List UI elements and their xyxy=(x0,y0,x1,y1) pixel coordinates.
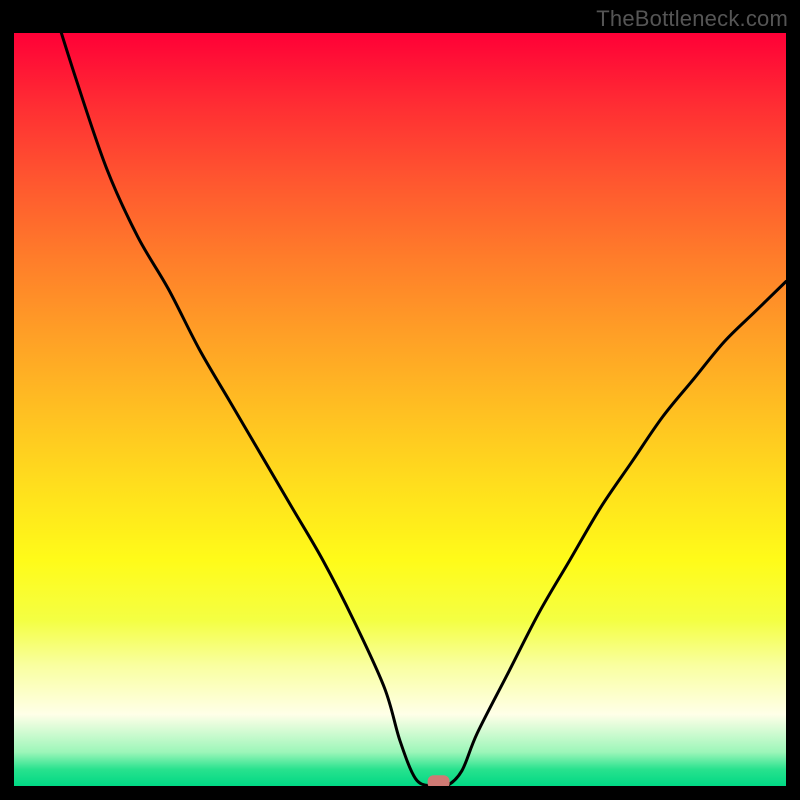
chart-svg xyxy=(14,33,786,786)
plot-area xyxy=(14,33,786,786)
chart-frame: TheBottleneck.com xyxy=(0,0,800,800)
watermark-text: TheBottleneck.com xyxy=(596,6,788,32)
marker-dot xyxy=(428,775,450,786)
